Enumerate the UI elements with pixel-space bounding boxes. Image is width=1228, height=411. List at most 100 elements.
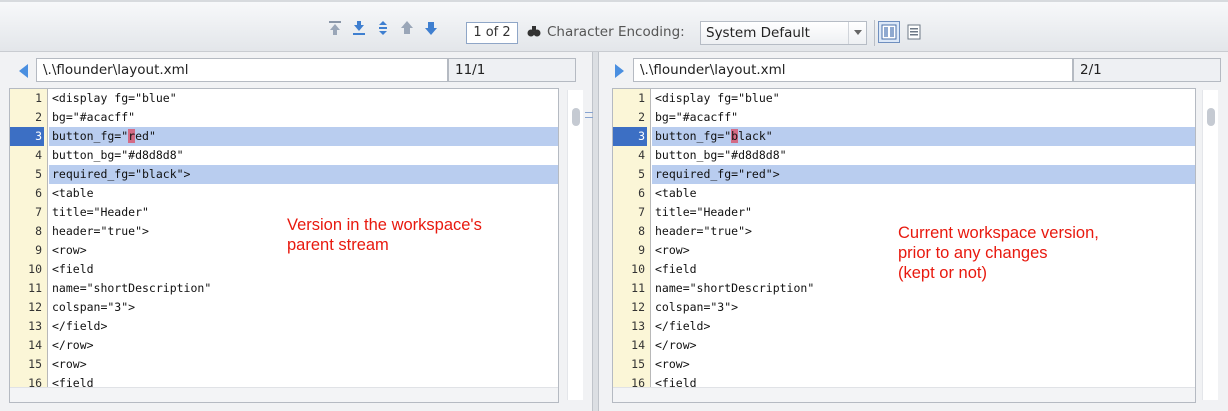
code-text: <field — [52, 260, 94, 279]
line-number: 11 — [631, 281, 645, 295]
code-text: name="shortDescription" — [655, 279, 814, 298]
line-number: 2 — [638, 110, 645, 124]
left-file-path: \.\flounder\layout.xml — [36, 58, 448, 82]
code-text: <field — [655, 260, 697, 279]
first-diff-icon[interactable] — [326, 19, 344, 37]
right-annotation: Current workspace version, prior to any … — [898, 223, 1099, 283]
line-number: 14 — [28, 338, 42, 352]
code-segment: ed" — [135, 129, 156, 143]
code-segment: colspan="3"> — [655, 300, 739, 314]
encoding-label: Character Encoding: — [547, 24, 685, 40]
line-number: 12 — [631, 300, 645, 314]
code-text: button_bg="#d8d8d8" — [655, 146, 787, 165]
code-text: <row> — [655, 355, 690, 374]
code-text: header="true"> — [52, 222, 149, 241]
code-segment: <table — [655, 186, 697, 200]
prev-diff-icon[interactable] — [398, 19, 416, 37]
right-vertical-scrollbar[interactable] — [1202, 90, 1218, 400]
line-number: 8 — [35, 224, 42, 238]
line-number: 3 — [10, 127, 44, 146]
code-segment: colspan="3"> — [52, 300, 136, 314]
code-segment: <field — [655, 262, 697, 276]
code-segment: header="true"> — [655, 224, 752, 238]
diff-toolbar: 1 of 2 Character Encoding: System Defaul… — [0, 0, 1228, 52]
line-number: 1 — [35, 91, 42, 105]
line-number: 4 — [35, 148, 42, 162]
left-annotation: Version in the workspace's parent stream — [287, 215, 482, 255]
code-text: header="true"> — [655, 222, 752, 241]
line-number: 5 — [638, 167, 645, 181]
annotation-line: Version in the workspace's — [287, 216, 482, 234]
line-number: 14 — [631, 338, 645, 352]
line-number: 7 — [638, 205, 645, 219]
code-segment: button_bg="#d8d8d8" — [52, 148, 184, 162]
code-text: <display fg="blue" — [52, 89, 177, 108]
line-number: 9 — [638, 243, 645, 257]
code-text: </row> — [655, 336, 697, 355]
change-next-icon[interactable] — [374, 19, 392, 37]
side-by-side-icon[interactable] — [878, 21, 900, 43]
left-cursor-position: 11/1 — [448, 58, 576, 82]
code-text: bg="#acacff" — [52, 108, 135, 127]
right-cursor-position: 2/1 — [1073, 58, 1221, 82]
line-number: 1 — [638, 91, 645, 105]
next-diff-icon[interactable] — [422, 19, 440, 37]
annotation-line: prior to any changes — [898, 244, 1048, 262]
code-text: button_bg="#d8d8d8" — [52, 146, 184, 165]
code-segment: name="shortDescription" — [655, 281, 815, 295]
unified-view-icon[interactable] — [903, 21, 925, 43]
prev-file-arrow-icon[interactable] — [19, 64, 29, 78]
code-segment: </row> — [52, 338, 94, 352]
horizontal-scrollbar[interactable] — [10, 387, 558, 402]
code-text: name="shortDescription" — [52, 279, 211, 298]
line-number: 6 — [638, 186, 645, 200]
code-segment: bg="#acacff" — [655, 110, 739, 124]
line-number: 10 — [28, 262, 42, 276]
right-pane: \.\flounder\layout.xml 2/1 1 <display fg=… — [598, 52, 1228, 411]
code-text: bg="#acacff" — [655, 108, 738, 127]
line-number: 6 — [35, 186, 42, 200]
code-text: button_fg="red" — [52, 127, 156, 146]
chevron-down-icon — [848, 22, 866, 44]
code-segment: header="true"> — [52, 224, 149, 238]
diff-pager: 1 of 2 — [466, 22, 518, 44]
line-number: 2 — [35, 110, 42, 124]
code-segment: <row> — [655, 243, 690, 257]
encoding-value: System Default — [706, 25, 810, 41]
left-pane: \.\flounder\layout.xml 11/1 1 <display fg… — [0, 52, 593, 411]
line-number: 13 — [28, 319, 42, 333]
code-text: required_fg="black"> — [52, 165, 190, 184]
line-number: 15 — [631, 357, 645, 371]
code-segment: <row> — [52, 357, 87, 371]
horizontal-scrollbar[interactable] — [613, 387, 1195, 402]
code-segment: title="Header" — [655, 205, 752, 219]
code-segment: <table — [52, 186, 94, 200]
code-segment: bg="#acacff" — [52, 110, 136, 124]
encoding-select[interactable]: System Default — [700, 21, 867, 45]
code-segment: <row> — [52, 243, 87, 257]
code-segment: </row> — [655, 338, 697, 352]
last-diff-icon[interactable] — [350, 19, 368, 37]
code-text: </field> — [655, 317, 710, 336]
code-text: <table — [655, 184, 697, 203]
code-text: title="Header" — [655, 203, 752, 222]
code-segment: <display fg="blue" — [655, 91, 780, 105]
annotation-line: parent stream — [287, 236, 389, 254]
code-text: <display fg="blue" — [655, 89, 780, 108]
code-text: colspan="3"> — [52, 298, 135, 317]
code-segment: <field — [52, 262, 94, 276]
code-segment: title="Header" — [52, 205, 149, 219]
annotation-line: Current workspace version, — [898, 224, 1099, 242]
next-file-arrow-icon[interactable] — [614, 64, 624, 78]
code-text: </row> — [52, 336, 94, 355]
code-segment: button_fg=" — [655, 129, 732, 143]
diff-marker — [585, 112, 593, 118]
line-number: 9 — [35, 243, 42, 257]
left-vertical-scrollbar[interactable] — [567, 90, 583, 400]
find-icon[interactable] — [525, 22, 543, 40]
code-segment: button_fg=" — [52, 129, 129, 143]
code-text: <row> — [655, 241, 690, 260]
code-segment: </field> — [52, 319, 108, 333]
code-segment: name="shortDescription" — [52, 281, 212, 295]
code-segment: <row> — [655, 357, 690, 371]
